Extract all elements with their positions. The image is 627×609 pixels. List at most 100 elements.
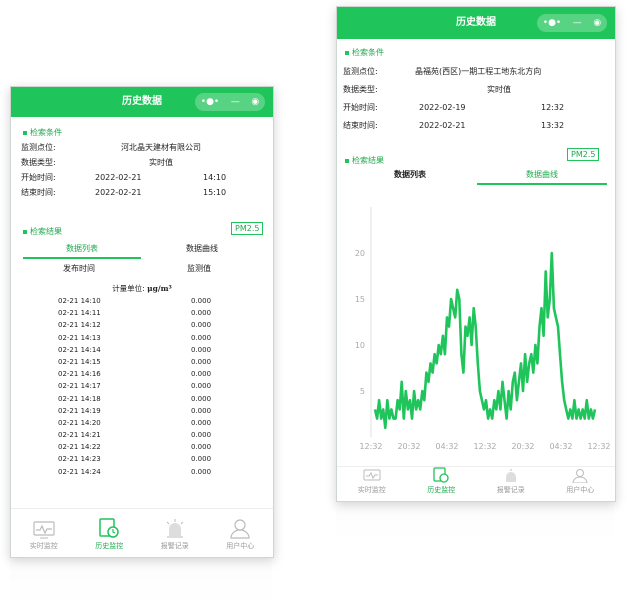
end-time[interactable]: 13:32 (541, 117, 564, 135)
monitor-value[interactable]: 河北晶天建材有限公司 (121, 140, 201, 155)
more-icon[interactable]: •●• (543, 18, 561, 28)
monitor-label: 监测点位: (343, 67, 378, 76)
nav-label: 报警记录 (496, 486, 525, 494)
results-title-text: 检索结果 (352, 156, 384, 165)
row-value: 0.000 (191, 443, 212, 452)
conditions-title-text: 检索条件 (352, 48, 384, 57)
nav-label: 实时监控 (29, 542, 58, 550)
row-time: 02-21 14:23 (58, 455, 101, 464)
tab-data-curve[interactable]: 数据曲线 (143, 241, 261, 257)
nav-realtime[interactable]: 实时监控 (11, 509, 77, 557)
nav-alarm[interactable]: 报警记录 (142, 509, 208, 557)
end-date[interactable]: 2022-02-21 (95, 185, 142, 200)
row-value: 0.000 (191, 321, 212, 330)
unit-line: 计量单位: μg/m³ (11, 283, 273, 294)
table-row: 02-21 14:21 0.000 (11, 429, 273, 441)
curve-phone-screen: 历史数据 •●• — ◉ 检索条件 监测点位: 晶福苑(西区)一期工程工地东北方… (336, 6, 616, 502)
capsule-menu[interactable]: •●• — ◉ (537, 14, 607, 32)
start-label: 开始时间: (343, 103, 378, 112)
table-row: 02-21 14:23 0.000 (11, 453, 273, 465)
table-row: 02-21 14:18 0.000 (11, 393, 273, 405)
start-time[interactable]: 12:32 (541, 99, 564, 117)
tab-data-list[interactable]: 数据列表 (23, 241, 141, 259)
row-time: 02-21 14:24 (58, 467, 101, 476)
table-row: 02-21 14:15 0.000 (11, 356, 273, 368)
nav-label: 历史监控 (95, 542, 124, 550)
row-time: 02-21 14:17 (58, 382, 101, 391)
conditions-title-text: 检索条件 (30, 128, 62, 137)
monitor-icon (33, 521, 55, 539)
minimize-icon[interactable]: — (573, 18, 582, 28)
monitor-value[interactable]: 晶福苑(西区)一期工程工地东北方向 (415, 63, 541, 81)
pollutant-badge[interactable]: PM2.5 (231, 222, 264, 235)
nav-history[interactable]: 历史监控 (407, 467, 477, 501)
row-time: 02-21 14:15 (58, 357, 101, 366)
row-value: 0.000 (191, 418, 212, 427)
capsule-menu[interactable]: •●• — ◉ (195, 93, 265, 111)
type-value[interactable]: 实时值 (487, 81, 511, 99)
y-tick-label: 5 (360, 387, 365, 396)
y-tick-label: 20 (355, 249, 365, 258)
table-row: 02-21 14:20 0.000 (11, 417, 273, 429)
row-value: 0.000 (191, 455, 212, 464)
table-row: 02-21 14:16 0.000 (11, 368, 273, 380)
end-row: 结束时间: 2022-02-21 13:32 (337, 117, 615, 135)
nav-realtime[interactable]: 实时监控 (337, 467, 407, 501)
tab-data-curve[interactable]: 数据曲线 (477, 167, 607, 185)
end-time[interactable]: 15:10 (203, 185, 226, 200)
nav-user[interactable]: 用户中心 (208, 509, 274, 557)
y-tick-label: 10 (355, 341, 365, 350)
row-value: 0.000 (191, 382, 212, 391)
row-value: 0.000 (191, 297, 212, 305)
monitor-row: 监测点位: 河北晶天建材有限公司 (11, 140, 273, 155)
history-icon (433, 467, 449, 483)
monitor-label: 监测点位: (21, 143, 56, 152)
more-icon[interactable]: •●• (201, 97, 219, 107)
row-time: 02-21 14:11 (58, 309, 101, 318)
bullet-icon (23, 130, 27, 135)
nav-history[interactable]: 历史监控 (77, 509, 143, 557)
row-time: 02-21 14:14 (58, 345, 101, 354)
close-icon[interactable]: ◉ (593, 18, 601, 28)
conditions-block: 监测点位: 晶福苑(西区)一期工程工地东北方向 数据类型: 实时值 开始时间: … (337, 63, 615, 135)
col-value-header: 监测值 (187, 264, 211, 273)
close-icon[interactable]: ◉ (251, 97, 259, 107)
table-row: 02-21 14:22 0.000 (11, 441, 273, 453)
row-value: 0.000 (191, 309, 212, 318)
pollutant-badge[interactable]: PM2.5 (567, 148, 600, 161)
row-time: 02-21 14:19 (58, 406, 101, 415)
row-time: 02-21 14:16 (58, 370, 101, 379)
minimize-icon[interactable]: — (231, 97, 240, 107)
header-bar: 历史数据 •●• — ◉ (337, 7, 615, 39)
start-date[interactable]: 2022-02-21 (95, 170, 142, 185)
type-value[interactable]: 实时值 (149, 155, 173, 170)
nav-label: 用户中心 (566, 486, 595, 494)
start-time[interactable]: 14:10 (203, 170, 226, 185)
start-date[interactable]: 2022-02-19 (419, 99, 466, 117)
row-time: 02-21 14:21 (58, 431, 101, 440)
pm25-line-chart[interactable]: 5 10 15 20 12:32 20:32 04:32 12:32 20:32 04:32 12:… (337, 197, 615, 467)
row-value: 0.000 (191, 406, 212, 415)
nav-alarm[interactable]: 报警记录 (476, 467, 546, 501)
end-date[interactable]: 2022-02-21 (419, 117, 466, 135)
type-row: 数据类型: 实时值 (11, 155, 273, 170)
unit-value: μg/m³ (147, 284, 172, 293)
row-time: 02-21 14:12 (58, 321, 101, 330)
series-line (373, 251, 597, 430)
user-icon (572, 469, 588, 483)
x-tick-label: 20:32 (511, 442, 534, 451)
table-row: 02-21 14:13 0.000 (11, 332, 273, 344)
row-time: 02-21 14:20 (58, 418, 101, 427)
end-row: 结束时间: 2022-02-21 15:10 (11, 185, 273, 200)
tab-data-list[interactable]: 数据列表 (345, 167, 475, 183)
reflection (10, 558, 272, 606)
bottom-nav: 实时监控 历史监控 报警记录 用户中心 (337, 466, 615, 501)
table-row: 02-21 14:19 0.000 (11, 405, 273, 417)
results-title: 检索结果 (345, 155, 384, 166)
nav-user[interactable]: 用户中心 (546, 467, 616, 501)
bullet-icon (23, 229, 27, 234)
row-time: 02-21 14:10 (58, 297, 101, 305)
start-row: 开始时间: 2022-02-19 12:32 (337, 99, 615, 117)
nav-label: 用户中心 (226, 542, 255, 550)
bullet-icon (345, 158, 349, 163)
